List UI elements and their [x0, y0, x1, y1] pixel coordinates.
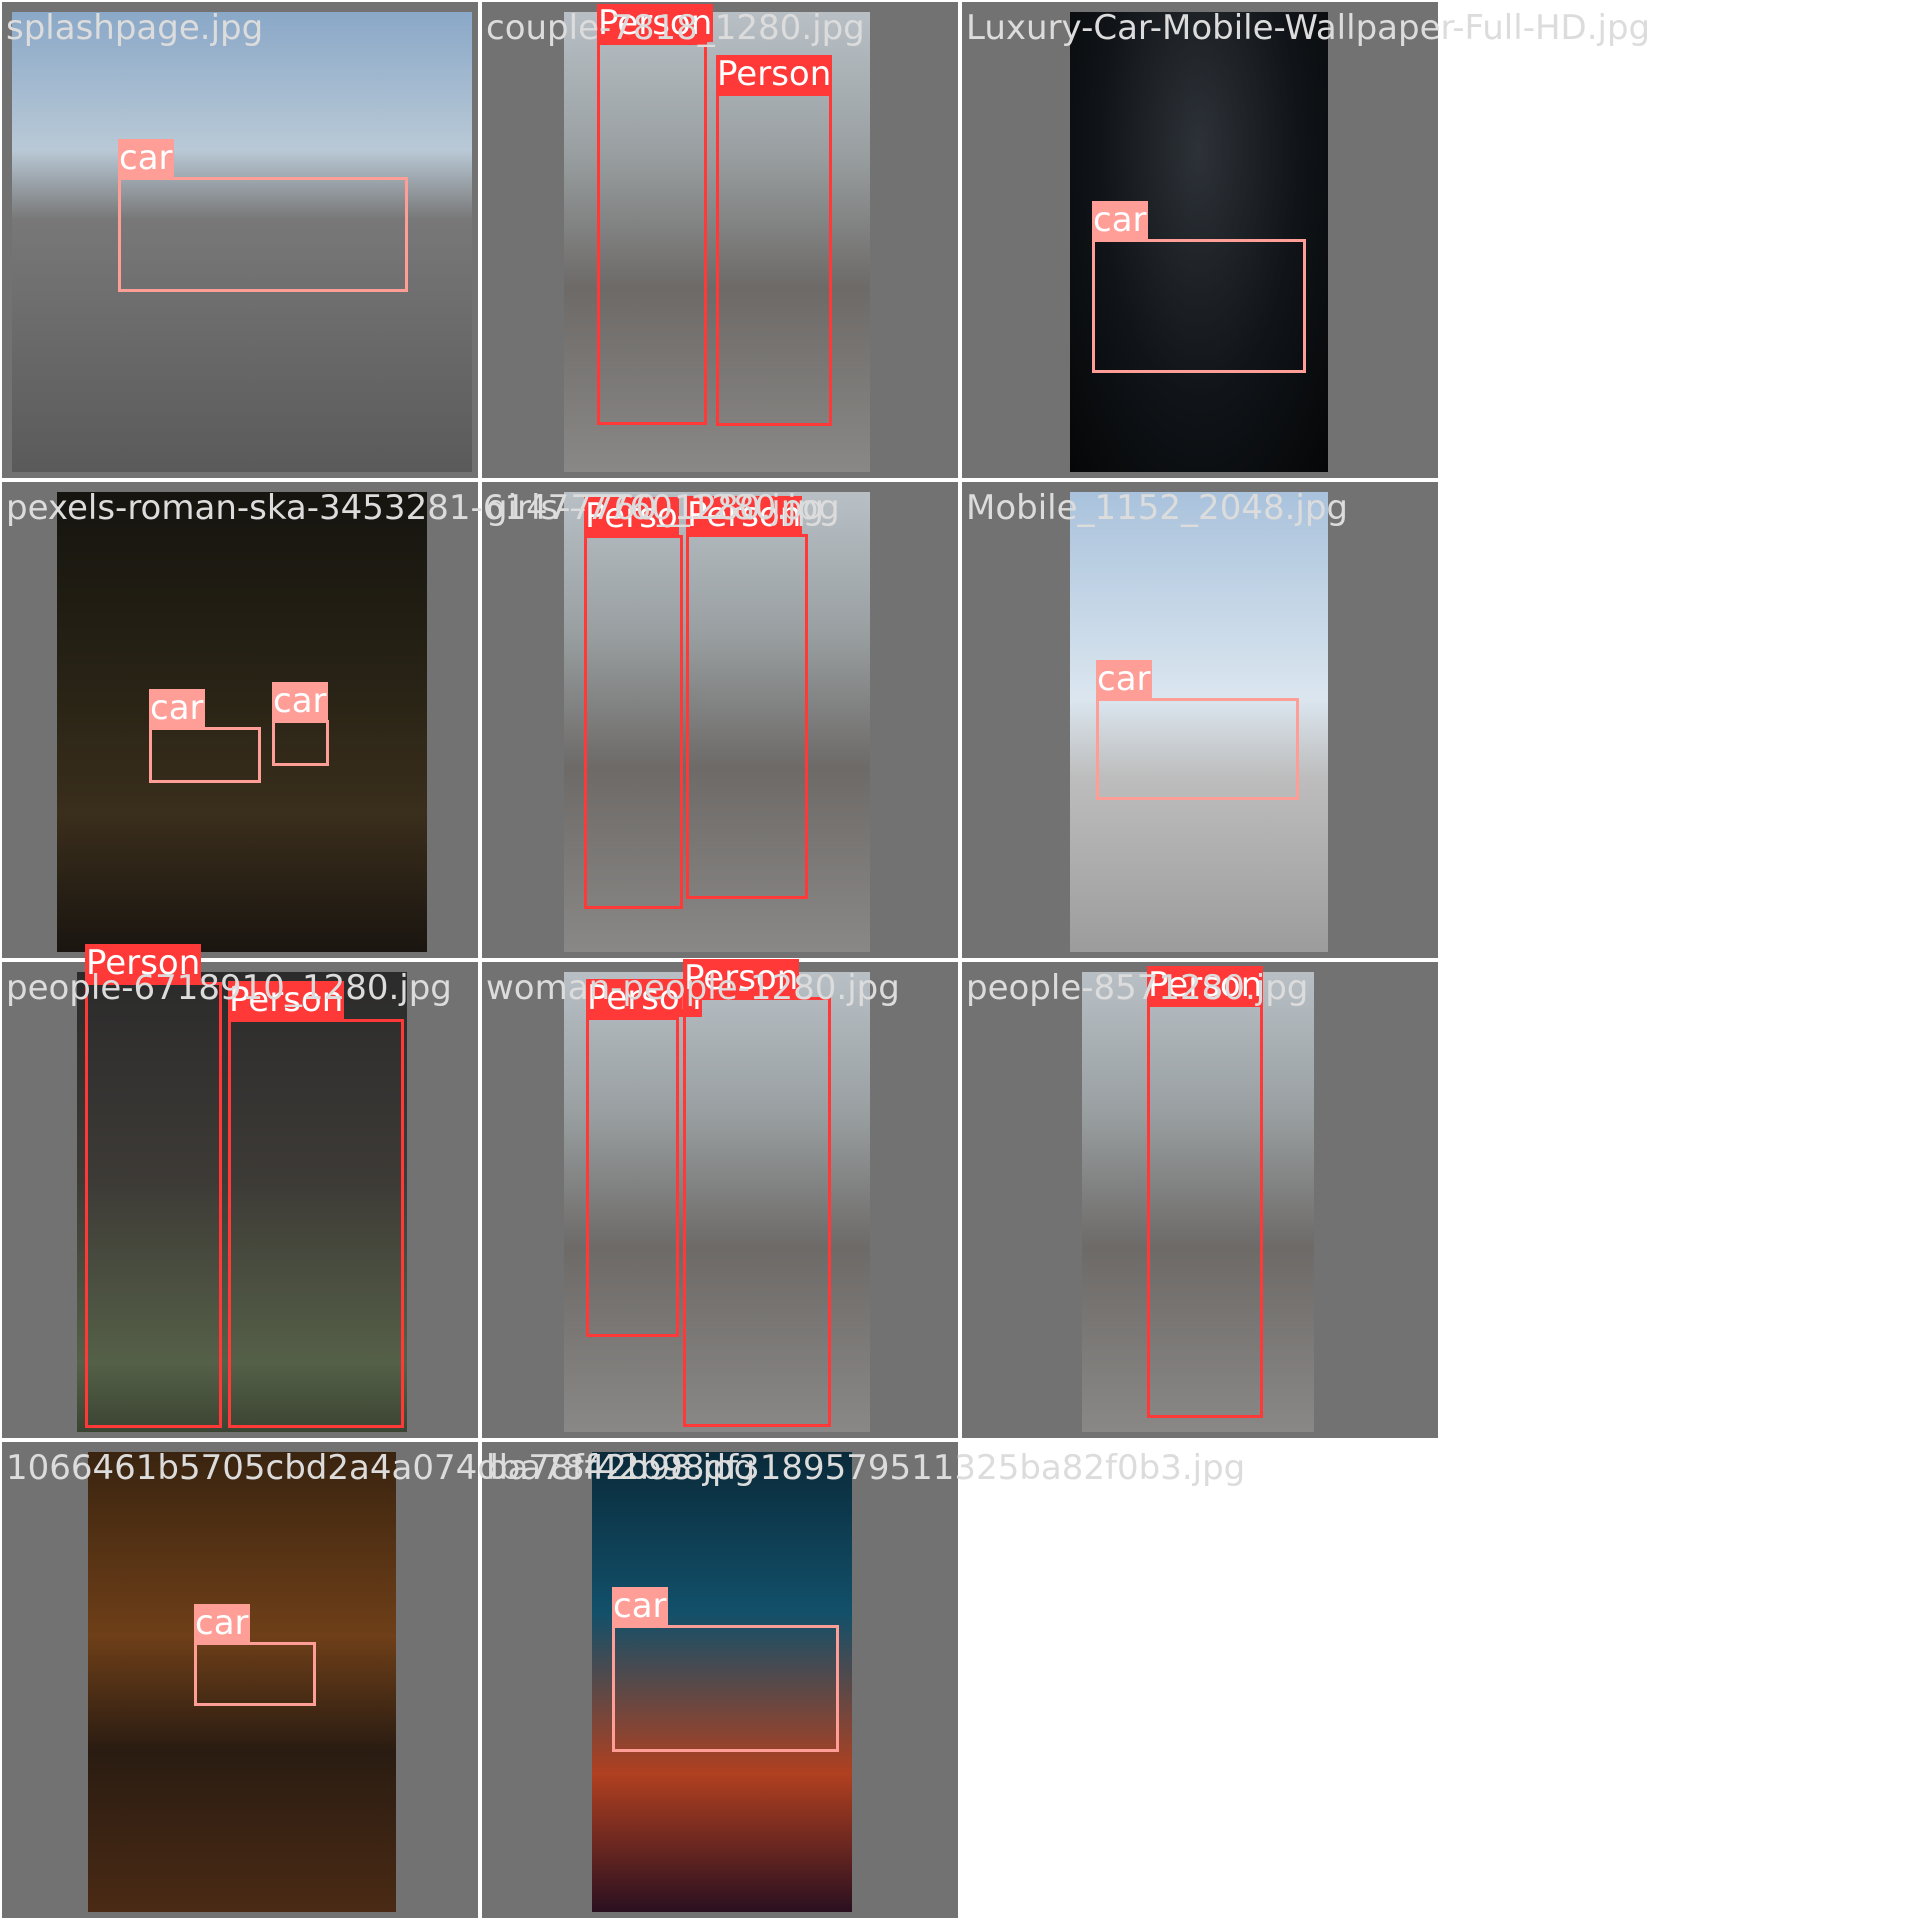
detection-label: car: [612, 1586, 668, 1626]
detection-box: [716, 93, 832, 426]
detection-box: [272, 720, 329, 766]
detection-box: [612, 1625, 839, 1752]
image-filename: Mobile_1152_2048.jpg: [966, 488, 1349, 528]
detection-label: car: [1092, 200, 1148, 240]
image-filename: girls-7760_1280.jpg: [486, 488, 824, 528]
detection-box: [118, 177, 408, 292]
detection-box: [194, 1642, 316, 1706]
detection-box: [149, 727, 261, 783]
detection-label: car: [194, 1603, 250, 1643]
detection-box: [1096, 698, 1299, 800]
image-filename: ba78f42b98.jpg: [486, 1448, 756, 1488]
detection-label: car: [118, 138, 174, 178]
detection-label: car: [149, 688, 205, 728]
image-tile: [2, 482, 478, 958]
detection-label: Person: [716, 54, 833, 94]
image-filename: couple-7818_1280.jpg: [486, 8, 865, 48]
detection-label: car: [1096, 659, 1152, 699]
detection-box: [228, 1019, 404, 1428]
detection-box: [85, 982, 222, 1428]
image-filename: people-6718910_1280.jpg: [6, 968, 452, 1008]
detection-box: [584, 535, 683, 909]
detection-box: [1147, 1004, 1263, 1418]
tile-photo: [57, 492, 427, 952]
detection-box: [597, 42, 707, 425]
image-filename: people-8571280.jpg: [966, 968, 1309, 1008]
image-filename: woman-people-1280.jpg: [486, 968, 900, 1008]
image-filename: Luxury-Car-Mobile-Wallpaper-Full-HD.jpg: [966, 8, 1651, 48]
detection-box: [586, 1017, 679, 1337]
image-filename: splashpage.jpg: [6, 8, 264, 48]
detection-label: car: [272, 681, 328, 721]
detection-box: [686, 534, 808, 899]
detection-mosaic: car splashpage.jpg Person Person couple-7818…: [0, 0, 1920, 1920]
detection-box: [683, 997, 831, 1427]
detection-box: [1092, 239, 1306, 373]
